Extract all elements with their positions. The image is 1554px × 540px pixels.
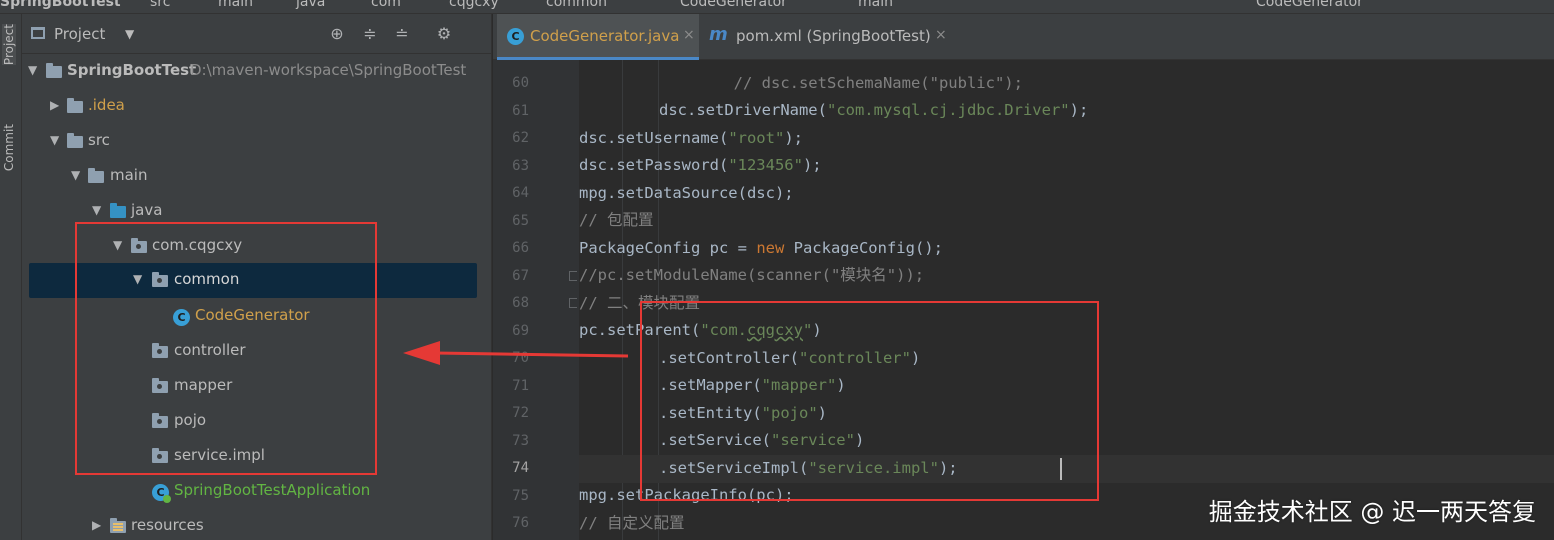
- annotation-arrow: [403, 341, 629, 365]
- watermark: 掘金技术社区 @ 迟一两天答复: [1208, 498, 1536, 526]
